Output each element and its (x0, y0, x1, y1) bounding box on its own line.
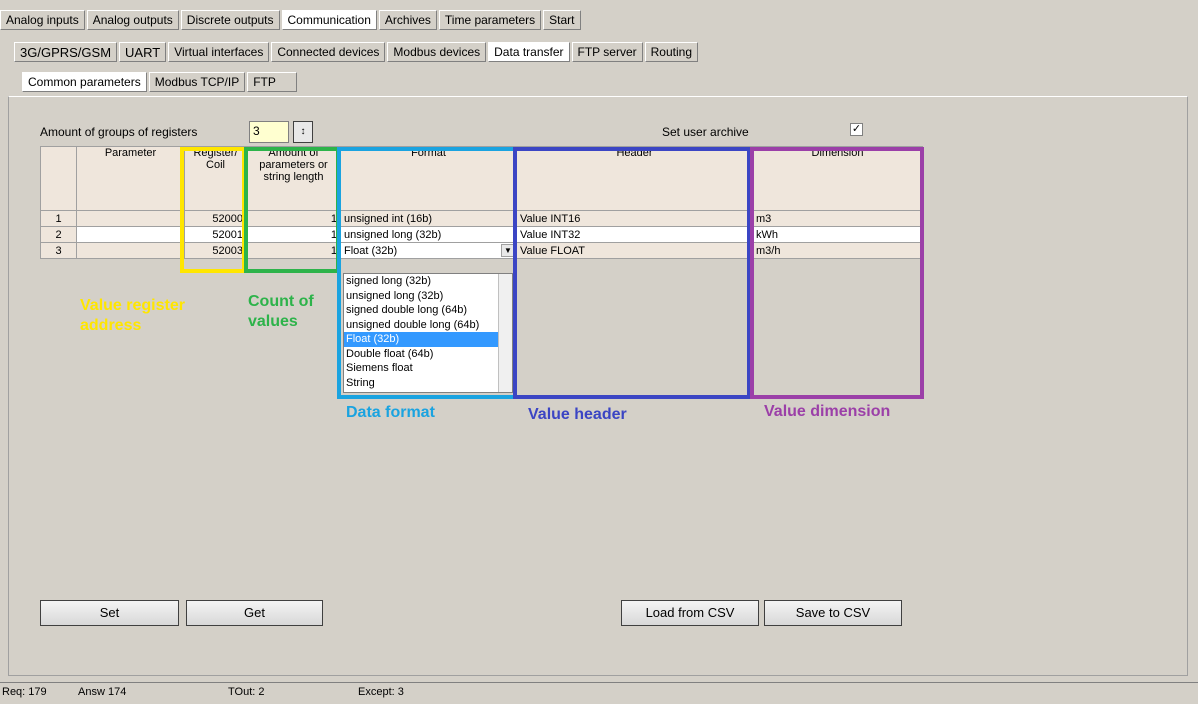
dropdown-scrollbar[interactable] (498, 274, 512, 392)
row-number: 1 (40, 210, 77, 227)
table-row[interactable]: 1 52000 1 unsigned int (16b) Value INT16… (40, 210, 923, 227)
dropdown-option[interactable]: Siemens float (344, 361, 512, 376)
cell-register[interactable]: 52000 (184, 210, 247, 227)
header-format: Format (340, 146, 517, 211)
user-archive-label: Set user archive (662, 125, 749, 139)
annotation-register: Value register address (80, 297, 185, 334)
cell-amount[interactable]: 1 (246, 242, 341, 259)
tab-common-parameters[interactable]: Common parameters (22, 72, 147, 92)
tab-3g[interactable]: 3G/GPRS/GSM (14, 42, 118, 62)
annotation-header: Value header (528, 406, 627, 423)
cell-dimension[interactable]: kWh (752, 226, 923, 243)
cell-register[interactable]: 52003 (184, 242, 247, 259)
tab-ftp-server[interactable]: FTP server (571, 42, 643, 62)
cell-amount[interactable]: 1 (246, 226, 341, 243)
dropdown-option[interactable]: signed long (32b) (344, 274, 512, 289)
main-tabs: Analog inputs Analog outputs Discrete ou… (0, 10, 583, 32)
dropdown-option[interactable]: unsigned long (32b) (344, 289, 512, 304)
cell-dimension[interactable]: m3/h (752, 242, 923, 259)
load-csv-button[interactable]: Load from CSV (621, 600, 759, 626)
save-csv-button[interactable]: Save to CSV (764, 600, 902, 626)
tab-modbus-tcpip[interactable]: Modbus TCP/IP (148, 72, 246, 92)
cell-dimension[interactable]: m3 (752, 210, 923, 227)
cell-register[interactable]: 52001 (184, 226, 247, 243)
tab-virtual-interfaces[interactable]: Virtual interfaces (168, 42, 270, 62)
annotation-count: Count of values (248, 293, 314, 330)
tab-communication[interactable]: Communication (281, 10, 377, 30)
cell-parameter[interactable] (76, 210, 185, 227)
communication-tabs: 3G/GPRS/GSM UART Virtual interfaces Conn… (14, 42, 700, 64)
tab-routing[interactable]: Routing (644, 42, 699, 62)
status-req: Req: 179 (2, 686, 47, 698)
header-amount: Amount of parameters or string length (246, 146, 341, 211)
tab-ftp[interactable]: FTP (247, 72, 298, 92)
data-transfer-tabs: Common parameters Modbus TCP/IP FTP (22, 72, 299, 94)
tab-discrete-outputs[interactable]: Discrete outputs (180, 10, 280, 30)
tab-uart[interactable]: UART (119, 42, 167, 62)
status-tout: TOut: 2 (228, 686, 265, 698)
header-dimension: Dimension (752, 146, 923, 211)
cell-format[interactable]: unsigned int (16b) (340, 210, 517, 227)
dropdown-option[interactable]: Double float (64b) (344, 347, 512, 362)
groups-spinner[interactable]: 3 ↕ (249, 121, 314, 143)
user-archive-checkbox[interactable]: ✓ (850, 123, 863, 136)
tab-modbus-devices[interactable]: Modbus devices (387, 42, 487, 62)
tab-archives[interactable]: Archives (378, 10, 437, 30)
tab-start[interactable]: Start (543, 10, 581, 30)
chevron-down-icon[interactable]: ▼ (501, 244, 515, 257)
row-number: 3 (40, 242, 77, 259)
dropdown-option[interactable]: unsigned double long (64b) (344, 318, 512, 333)
cell-format-select[interactable]: Float (32b) ▼ (340, 242, 517, 259)
dropdown-option-selected[interactable]: Float (32b) (344, 332, 512, 347)
header-register: Register/ Coil (184, 146, 247, 211)
get-button[interactable]: Get (186, 600, 323, 626)
row-number: 2 (40, 226, 77, 243)
header-corner (40, 146, 77, 211)
cell-header[interactable]: Value INT16 (516, 210, 753, 227)
dropdown-option[interactable]: String (344, 376, 512, 391)
header-header: Header (516, 146, 753, 211)
registers-table: Parameter Register/ Coil Amount of param… (40, 146, 923, 259)
tab-analog-inputs[interactable]: Analog inputs (0, 10, 85, 30)
cell-header[interactable]: Value FLOAT (516, 242, 753, 259)
status-bar: Req: 179 Answ 174 TOut: 2 Except: 3 (0, 682, 1198, 704)
annotation-dimension: Value dimension (764, 403, 891, 420)
status-answ: Answ 174 (78, 686, 127, 698)
tab-time-parameters[interactable]: Time parameters (438, 10, 542, 30)
tab-data-transfer[interactable]: Data transfer (488, 42, 570, 62)
table-row[interactable]: 3 52003 1 Float (32b) ▼ Value FLOAT m3/h (40, 242, 923, 259)
spin-arrows-icon[interactable]: ↕ (293, 121, 313, 143)
tab-analog-outputs[interactable]: Analog outputs (86, 10, 179, 30)
cell-header[interactable]: Value INT32 (516, 226, 753, 243)
cell-parameter[interactable] (76, 242, 185, 259)
table-row[interactable]: 2 52001 1 unsigned long (32b) Value INT3… (40, 226, 923, 243)
table-header-row: Parameter Register/ Coil Amount of param… (40, 146, 923, 211)
dropdown-option[interactable]: signed double long (64b) (344, 303, 512, 318)
cell-format[interactable]: unsigned long (32b) (340, 226, 517, 243)
cell-parameter[interactable] (76, 226, 185, 243)
groups-value[interactable]: 3 (249, 121, 289, 143)
format-dropdown-list[interactable]: signed long (32b) unsigned long (32b) si… (343, 273, 513, 393)
status-except: Except: 3 (358, 686, 404, 698)
header-parameter: Parameter (76, 146, 185, 211)
groups-label: Amount of groups of registers (40, 125, 198, 139)
tab-connected-devices[interactable]: Connected devices (271, 42, 386, 62)
annotation-format: Data format (346, 404, 435, 421)
format-select-value: Float (32b) (344, 244, 398, 257)
set-button[interactable]: Set (40, 600, 179, 626)
cell-amount[interactable]: 1 (246, 210, 341, 227)
